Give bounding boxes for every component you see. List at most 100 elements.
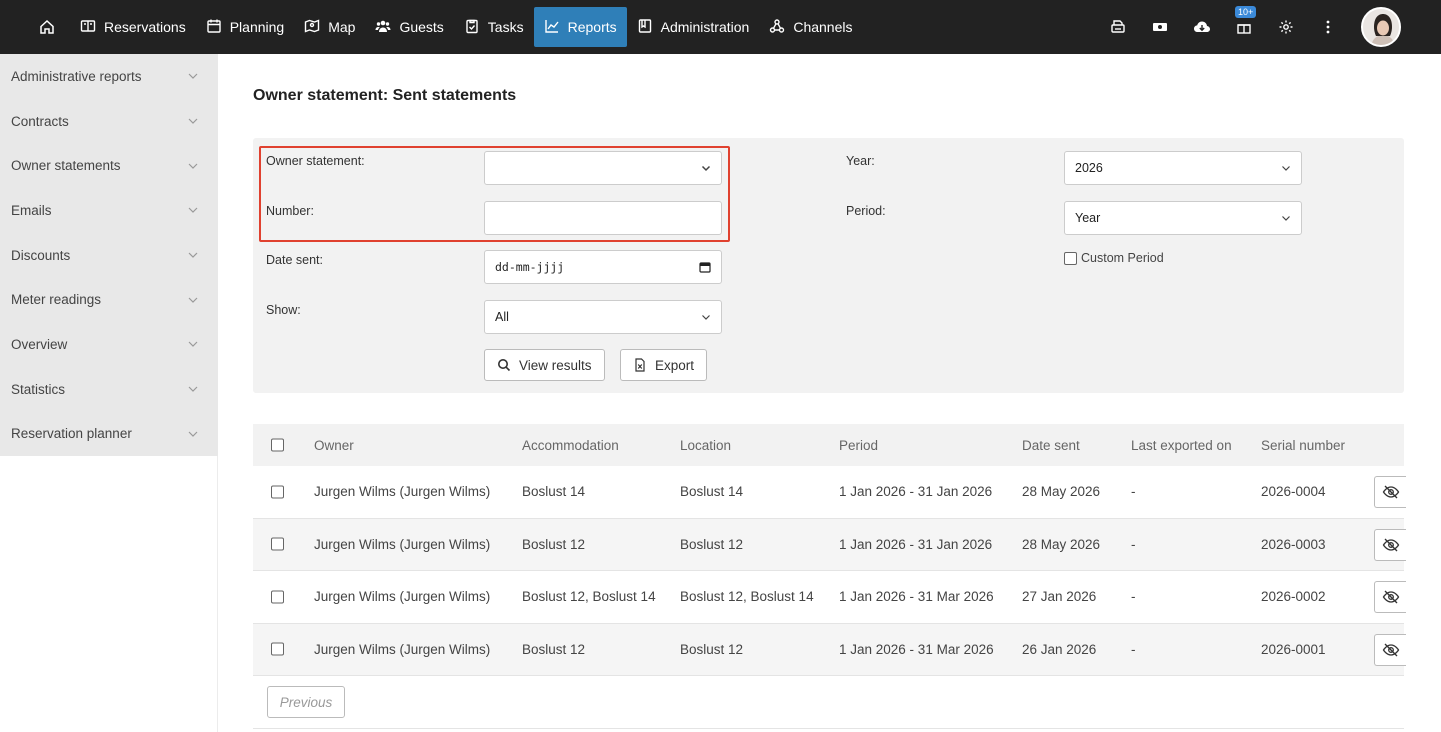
header-last-exported[interactable]: Last exported on <box>1131 438 1232 453</box>
header-accommodation[interactable]: Accommodation <box>522 438 619 453</box>
printer-icon[interactable] <box>1109 18 1127 36</box>
notification-badge: 10+ <box>1235 6 1257 18</box>
sidebar-item-label: Discounts <box>11 247 71 263</box>
gear-icon[interactable] <box>1277 18 1295 36</box>
select-all-checkbox[interactable] <box>271 438 284 452</box>
sidebar-item-administrative-reports[interactable]: Administrative reports <box>0 54 218 99</box>
nav-tasks[interactable]: Tasks <box>454 7 534 47</box>
date-sent-input[interactable]: dd-mm-jjjj <box>484 250 722 284</box>
cell-last-exported: - <box>1131 484 1136 500</box>
chevron-down-icon <box>188 342 198 348</box>
chevron-down-icon <box>188 163 198 169</box>
users-icon <box>375 18 391 37</box>
nav-reports[interactable]: Reports <box>533 7 627 47</box>
gift-icon[interactable]: 10+ <box>1235 6 1257 36</box>
sidebar-item-emails[interactable]: Emails <box>0 188 218 233</box>
show-select[interactable]: All <box>484 300 722 334</box>
eye-slash-icon <box>1382 485 1399 499</box>
nav-label: Tasks <box>487 19 524 35</box>
cell-date-sent: 28 May 2026 <box>1022 484 1101 500</box>
sidebar: Administrative reports Contracts Owner s… <box>0 54 218 456</box>
sidebar-item-reservation-planner[interactable]: Reservation planner <box>0 412 218 457</box>
eye-slash-icon <box>1382 643 1399 656</box>
cell-owner: Jurgen Wilms (Jurgen Wilms) <box>314 589 491 605</box>
nav-guests[interactable]: Guests <box>365 7 453 47</box>
cell-last-exported: - <box>1131 641 1136 657</box>
home-icon[interactable] <box>24 0 70 54</box>
sidebar-item-label: Owner statements <box>11 158 121 174</box>
sidebar-item-label: Statistics <box>11 381 66 397</box>
sidebar-item-discounts[interactable]: Discounts <box>0 233 218 278</box>
eye-slash-icon <box>1382 538 1399 551</box>
chevron-down-icon <box>702 315 710 320</box>
nav-reservations[interactable]: Reservations <box>70 7 196 47</box>
custom-period-checkbox[interactable] <box>1064 251 1077 265</box>
sidebar-item-owner-statements[interactable]: Owner statements <box>0 143 218 188</box>
header-owner[interactable]: Owner <box>314 438 354 453</box>
pagination: Previous <box>253 676 1404 729</box>
header-location[interactable]: Location <box>680 438 731 453</box>
row-checkbox[interactable] <box>271 537 284 551</box>
nav-right-tools: 10+ <box>1109 0 1401 54</box>
cell-owner: Jurgen Wilms (Jurgen Wilms) <box>314 484 491 500</box>
row-checkbox[interactable] <box>271 642 284 656</box>
period-value: Year <box>1075 211 1101 225</box>
hide-button[interactable] <box>1374 528 1406 561</box>
year-select[interactable]: 2026 <box>1064 151 1302 185</box>
hide-button[interactable] <box>1374 633 1406 666</box>
sidebar-item-overview[interactable]: Overview <box>0 322 218 367</box>
header-date-sent[interactable]: Date sent <box>1022 438 1080 453</box>
chevron-down-icon <box>1282 166 1290 171</box>
view-results-button[interactable]: View results <box>484 349 605 381</box>
chevron-down-icon <box>188 386 198 393</box>
nav-channels[interactable]: Channels <box>759 7 862 47</box>
chevron-down-icon <box>1282 216 1290 221</box>
sidebar-item-label: Meter readings <box>11 292 102 308</box>
sidebar-item-label: Contracts <box>11 113 69 129</box>
cell-date-sent: 26 Jan 2026 <box>1022 641 1097 657</box>
previous-button[interactable]: Previous <box>267 686 345 718</box>
sidebar-item-meter-readings[interactable]: Meter readings <box>0 277 218 322</box>
nav-label: Planning <box>229 19 285 35</box>
avatar[interactable] <box>1361 7 1401 47</box>
custom-period-label: Custom Period <box>1081 251 1164 265</box>
show-label: Show: <box>266 303 301 317</box>
cell-date-sent: 28 May 2026 <box>1022 536 1101 552</box>
show-value: All <box>495 310 509 324</box>
more-vertical-icon[interactable] <box>1319 18 1337 36</box>
hide-button[interactable] <box>1374 581 1406 613</box>
calendar-icon[interactable] <box>699 261 711 273</box>
cell-last-exported: - <box>1131 589 1136 605</box>
table-row: Jurgen Wilms (Jurgen Wilms) Boslust 14 B… <box>253 466 1406 519</box>
page-title: Owner statement: Sent statements <box>253 87 517 104</box>
row-checkbox[interactable] <box>271 590 284 604</box>
period-select[interactable]: Year <box>1064 201 1302 235</box>
header-serial-number[interactable]: Serial number <box>1261 438 1345 453</box>
money-icon[interactable] <box>1151 18 1169 36</box>
cell-serial: 2026-0004 <box>1261 484 1326 500</box>
file-excel-icon <box>635 358 645 372</box>
chevron-down-icon <box>188 207 198 214</box>
cell-location: Boslust 14 <box>680 484 744 500</box>
highlight-box <box>259 146 730 242</box>
nav-administration[interactable]: Administration <box>627 7 760 47</box>
cell-period: 1 Jan 2026 - 31 Jan 2026 <box>839 536 993 552</box>
sidebar-item-statistics[interactable]: Statistics <box>0 367 218 412</box>
nav-planning[interactable]: Planning <box>196 7 295 47</box>
top-navbar: Reservations Planning Map Guests Tasks R… <box>0 0 1441 54</box>
cell-accommodation: Boslust 14 <box>522 484 586 500</box>
cell-date-sent: 27 Jan 2026 <box>1022 589 1097 605</box>
sidebar-item-contracts[interactable]: Contracts <box>0 99 218 144</box>
sidebar-item-label: Reservation planner <box>11 426 132 442</box>
header-period[interactable]: Period <box>839 438 878 453</box>
date-sent-label: Date sent: <box>266 253 323 267</box>
ledger-icon <box>637 18 653 37</box>
nav-map[interactable]: Map <box>294 7 365 47</box>
export-button[interactable]: Export <box>620 349 708 381</box>
cloud-download-icon[interactable] <box>1193 18 1211 36</box>
cell-period: 1 Jan 2026 - 31 Jan 2026 <box>839 484 993 500</box>
hide-button[interactable] <box>1374 476 1406 508</box>
nav-label: Guests <box>399 19 444 35</box>
row-checkbox[interactable] <box>271 485 284 499</box>
view-results-label: View results <box>519 357 592 373</box>
